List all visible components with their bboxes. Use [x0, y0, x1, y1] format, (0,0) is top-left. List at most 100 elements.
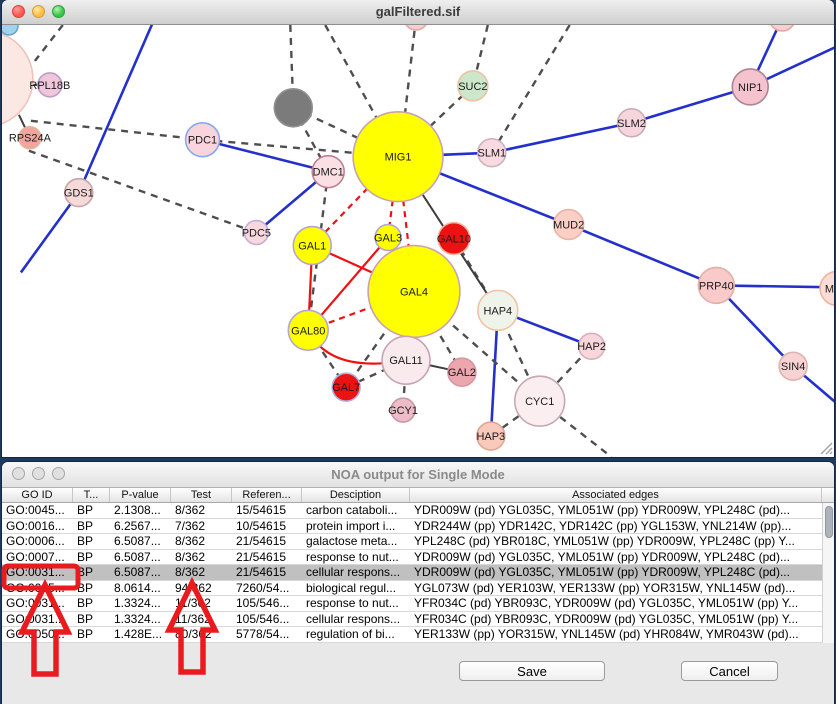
vertical-scrollbar[interactable]	[822, 503, 834, 643]
table-row[interactable]: GO:0006...BP6.5087...8/36221/54615galact…	[2, 534, 822, 550]
minimize-button[interactable]	[32, 467, 45, 480]
column-header-referen[interactable]: Referen...	[232, 488, 302, 502]
network-node-gray-node[interactable]	[274, 89, 312, 127]
table-row[interactable]: GO:0065...BP8.0614...94/3627260/54...bio…	[2, 581, 822, 597]
table-cell: GO:0007...	[2, 550, 73, 565]
table-cell: BP	[73, 581, 110, 596]
network-node-top-blue-node[interactable]	[2, 25, 18, 35]
node-label: GAL7	[332, 382, 360, 394]
noa-window-title: NOA output for Single Mode	[2, 462, 834, 487]
column-header-desciption[interactable]: Desciption	[302, 488, 410, 502]
node-label: RPL18B	[29, 80, 70, 92]
save-button[interactable]: Save	[459, 661, 605, 681]
node-label: MIG1	[385, 152, 412, 164]
network-node-nip1[interactable]: NIP1	[732, 69, 768, 105]
column-header-p-value[interactable]: P-value	[110, 488, 171, 502]
edges-layer	[19, 25, 834, 457]
table-cell: GO:0006...	[2, 534, 73, 549]
table-cell: 1.428E...	[110, 627, 171, 642]
network-node-hap2[interactable]: HAP2	[577, 333, 606, 359]
desktop: { "background_color": "#1e3b5e", "networ…	[0, 0, 836, 704]
network-node-gal11[interactable]: GAL11	[382, 336, 430, 384]
network-node-hub-node[interactable]	[2, 31, 33, 127]
node-label: GAL3	[374, 232, 402, 244]
table-cell: 8/362	[171, 503, 232, 518]
network-node-cyc1[interactable]: CYC1	[515, 376, 565, 426]
table-row-selected[interactable]: GO:0031...BP6.5087...8/36221/54615cellul…	[2, 565, 822, 581]
column-header-associated-edges[interactable]: Associated edges	[410, 488, 822, 502]
node-label: MUD2	[553, 220, 584, 232]
network-node-gal2[interactable]: GAL2	[448, 358, 476, 386]
table-body: GO:0045...BP2.1308...8/36215/54615carbon…	[2, 503, 822, 643]
network-node-top-pink-node-2[interactable]	[769, 25, 795, 31]
network-canvas[interactable]: RPL18B RPS24A GDS1 PDC1 PDC5 SUC2 NIP1 SLM2 SLM1…	[2, 25, 834, 457]
network-node-hap3[interactable]: HAP3	[477, 422, 506, 450]
node-label: SIN4	[781, 361, 805, 373]
network-node-rps24a[interactable]: RPS24A	[9, 127, 52, 149]
node-circle[interactable]	[2, 25, 18, 35]
table-cell: 80/362	[171, 627, 232, 642]
table-row[interactable]: GO:0016...BP6.2567...7/36210/54615protei…	[2, 519, 822, 535]
network-node-gal4[interactable]: GAL4	[368, 245, 460, 337]
network-node-gal7[interactable]: GAL7	[332, 373, 360, 401]
table-cell: YDR009W (pd) YGL035C, YML051W (pp) YDR00…	[410, 550, 822, 565]
network-node-msn[interactable]: MSN	[820, 271, 834, 305]
node-label: SLM2	[617, 118, 646, 130]
network-node-gcy1[interactable]: GCY1	[388, 398, 418, 422]
table-cell: 105/546...	[232, 596, 302, 611]
table-row[interactable]: GO:0031...BP1.3324...11/362105/546...res…	[2, 596, 822, 612]
node-circle[interactable]	[769, 25, 795, 31]
network-node-mig1[interactable]: MIG1	[353, 112, 443, 202]
node-label: GAL11	[389, 355, 422, 367]
network-node-gal80[interactable]: GAL80	[288, 310, 328, 350]
network-node-pdc1[interactable]: PDC1	[186, 123, 220, 157]
table-row[interactable]: GO:0007...BP6.5087...8/36221/54615respon…	[2, 550, 822, 566]
table-cell: GO:0031...	[2, 565, 73, 580]
zoom-button[interactable]	[52, 467, 65, 480]
network-node-slm1[interactable]: SLM1	[478, 139, 507, 167]
close-button[interactable]	[12, 5, 25, 18]
table-row[interactable]: GO:0050...BP1.428E...80/3625778/54...reg…	[2, 627, 822, 643]
network-node-gal3[interactable]: GAL3	[374, 225, 402, 251]
network-node-slm2[interactable]: SLM2	[617, 109, 646, 137]
scrollbar-thumb[interactable]	[825, 506, 833, 538]
cancel-button[interactable]: Cancel	[681, 661, 778, 681]
network-node-rpl18b[interactable]: RPL18B	[29, 73, 70, 97]
network-node-gal1[interactable]: GAL1	[293, 227, 331, 265]
network-node-mud2[interactable]: MUD2	[553, 210, 584, 240]
noa-window-titlebar[interactable]: NOA output for Single Mode	[2, 462, 834, 488]
network-node-hap4[interactable]: HAP4	[478, 290, 518, 330]
table-cell: GO:0050...	[2, 627, 73, 642]
network-node-suc2[interactable]: SUC2	[458, 71, 488, 101]
column-header-t[interactable]: T...	[73, 488, 110, 502]
node-circle[interactable]	[274, 89, 312, 127]
network-node-gal10[interactable]: GAL10	[437, 223, 471, 255]
table-cell: YER133W (pp) YOR315W, YNL145W (pd) YHR08…	[410, 627, 822, 642]
table-cell: YGL073W (pd) YER103W, YER133W (pp) YOR31…	[410, 581, 822, 596]
close-button[interactable]	[12, 467, 25, 480]
zoom-button[interactable]	[52, 5, 65, 18]
network-node-gds1[interactable]: GDS1	[64, 179, 94, 207]
table-cell: 10/54615	[232, 519, 302, 534]
network-node-sin4[interactable]: SIN4	[779, 352, 807, 380]
node-circle[interactable]	[2, 31, 33, 127]
table-cell: YFR034C (pd) YBR093C, YDR009W (pd) YGL03…	[410, 596, 822, 611]
table-row[interactable]: GO:0045...BP2.1308...8/36215/54615carbon…	[2, 503, 822, 519]
network-edge	[492, 25, 570, 153]
minimize-button[interactable]	[32, 5, 45, 18]
column-header-test[interactable]: Test	[171, 488, 232, 502]
node-circle[interactable]	[404, 25, 428, 30]
column-header-go-id[interactable]: GO ID	[2, 488, 73, 502]
node-label: PDC5	[242, 228, 271, 240]
table-cell: BP	[73, 519, 110, 534]
network-window-title: galFiltered.sif	[2, 0, 834, 24]
network-node-prp40[interactable]: PRP40	[698, 267, 734, 303]
resize-grip-icon[interactable]	[821, 443, 832, 454]
network-window-titlebar[interactable]: galFiltered.sif	[2, 0, 834, 25]
node-label: MSN	[825, 283, 834, 295]
network-node-top-pink-node-1[interactable]	[404, 25, 428, 30]
network-node-dmc1[interactable]: DMC1	[312, 156, 344, 188]
node-label: SUC2	[458, 81, 487, 93]
table-cell: BP	[73, 503, 110, 518]
table-row[interactable]: GO:0031...BP1.3324...11/362105/546...cel…	[2, 612, 822, 628]
